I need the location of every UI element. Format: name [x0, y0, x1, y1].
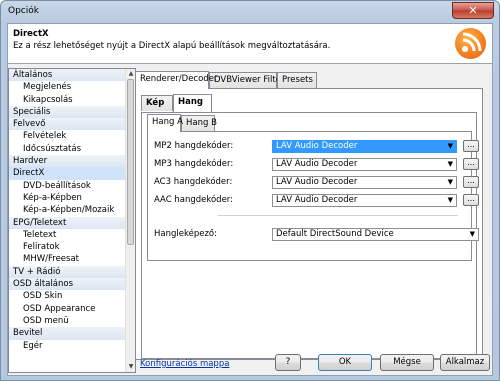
- tree-item[interactable]: TV + Rádió: [9, 265, 135, 279]
- tree-item[interactable]: DVD-beállítások: [9, 180, 135, 192]
- options-window: Opciók ✕ DirectX Ez a rész lehetőséget n…: [0, 0, 500, 381]
- mp3-settings-button[interactable]: ...: [463, 158, 479, 170]
- aac-decoder-select[interactable]: LAV Audio Decoder ▼: [272, 194, 457, 207]
- tree-item[interactable]: Speciális: [9, 105, 135, 119]
- aac-label: AAC hangdekóder:: [154, 195, 234, 205]
- tree-item[interactable]: EPG/Teletext: [9, 216, 135, 229]
- tree-item[interactable]: Megjelenés: [9, 81, 135, 93]
- tree-item[interactable]: Kép-a-Képben: [9, 192, 135, 204]
- aac-decoder-value: LAV Audio Decoder: [276, 195, 358, 205]
- tree-item[interactable]: Teletext: [9, 229, 135, 241]
- section-description: Ez a rész lehetőséget nyújt a DirectX al…: [13, 41, 331, 51]
- settings-tabs: Renderer/Decoder DVBViewer Filter Preset…: [135, 71, 483, 362]
- apply-button[interactable]: Alkalmaz: [440, 354, 490, 371]
- tree-item[interactable]: Kép-a-Képben/Mozaik: [9, 204, 135, 216]
- help-button[interactable]: ?: [275, 354, 301, 371]
- scroll-up-icon[interactable]: ▲: [127, 70, 135, 78]
- tree-item[interactable]: DirectX: [9, 167, 135, 180]
- chevron-down-icon: ▼: [469, 230, 475, 238]
- aac-settings-button[interactable]: ...: [463, 194, 479, 206]
- tree-item[interactable]: Hardver: [9, 155, 135, 168]
- tab-renderer-decoder[interactable]: Renderer/Decoder: [135, 71, 217, 89]
- mp2-label: MP2 hangdekóder:: [154, 141, 234, 151]
- tab-dvbviewer-filter[interactable]: DVBViewer Filter: [209, 72, 284, 88]
- audio-renderer-select[interactable]: Default DirectSound Device ▼: [272, 228, 479, 241]
- renderer-label: Hangleképező:: [154, 229, 217, 239]
- ac3-decoder-select[interactable]: LAV Audio Decoder ▼: [272, 176, 457, 189]
- hang-panel: Hang A Hang B MP2 hangdekóder: LAV Audio…: [141, 112, 479, 359]
- tab-hang[interactable]: Hang: [173, 94, 212, 112]
- config-folder-link[interactable]: Konfigurációs mappa: [140, 359, 229, 369]
- separator: [218, 215, 458, 216]
- chevron-down-icon: ▼: [447, 178, 453, 186]
- tree-item[interactable]: Kikapcsolás: [9, 94, 135, 106]
- tree-item[interactable]: Felvételek: [9, 130, 135, 142]
- chevron-down-icon: ▼: [447, 196, 453, 204]
- tree-item[interactable]: OSD menü: [9, 315, 135, 327]
- close-button[interactable]: ✕: [452, 2, 494, 19]
- cancel-button[interactable]: Mégse: [380, 354, 434, 371]
- options-tree[interactable]: Általános Megjelenés Kikapcsolás Speciális F…: [8, 68, 136, 373]
- mp3-label: MP3 hangdekóder:: [154, 159, 234, 169]
- tree-item[interactable]: Időcsúsztatás: [9, 143, 135, 155]
- hang-a-panel: MP2 hangdekóder: LAV Audio Decoder ▼ ...…: [147, 131, 479, 261]
- tree-item[interactable]: Bevitel: [9, 327, 135, 340]
- tab-kep[interactable]: Kép: [141, 95, 173, 111]
- window-title: Opciók: [8, 6, 39, 16]
- mp2-decoder-select[interactable]: LAV Audio Decoder ▼: [272, 140, 457, 153]
- tree-item[interactable]: Egér: [9, 340, 135, 352]
- section-header: DirectX Ez a rész lehetőséget nyújt a Di…: [8, 24, 492, 64]
- tree-item[interactable]: Felvevő: [9, 118, 135, 131]
- mp3-decoder-select[interactable]: LAV Audio Decoder ▼: [272, 158, 457, 171]
- dialog-client: DirectX Ez a rész lehetőséget nyújt a Di…: [7, 23, 493, 376]
- app-logo-icon: [455, 28, 486, 59]
- tree-item[interactable]: OSD általános: [9, 278, 135, 291]
- tree-item[interactable]: OSD Appearance: [9, 303, 135, 315]
- mp3-decoder-value: LAV Audio Decoder: [276, 159, 358, 169]
- tree-list: Általános Megjelenés Kikapcsolás Speciális F…: [9, 69, 135, 352]
- tree-item[interactable]: OSD Skin: [9, 290, 135, 302]
- ac3-settings-button[interactable]: ...: [463, 176, 479, 188]
- tree-scrollbar[interactable]: ▲ ▼: [125, 69, 135, 372]
- scroll-down-icon[interactable]: ▼: [127, 363, 135, 371]
- tree-item[interactable]: Feliratok: [9, 241, 135, 253]
- mp2-decoder-value: LAV Audio Decoder: [276, 141, 358, 151]
- tab-presets[interactable]: Presets: [277, 72, 317, 88]
- tab-hang-b[interactable]: Hang B: [181, 115, 217, 131]
- mp2-settings-button[interactable]: ...: [463, 140, 479, 152]
- chevron-down-icon: ▼: [447, 142, 453, 150]
- chevron-down-icon: ▼: [447, 160, 453, 168]
- ac3-decoder-value: LAV Audio Decoder: [276, 177, 358, 187]
- tree-item[interactable]: Általános: [9, 69, 135, 82]
- section-title: DirectX: [13, 29, 49, 39]
- tree-item[interactable]: MHW/Freesat: [9, 253, 135, 265]
- scroll-thumb[interactable]: [127, 79, 134, 245]
- title-bar[interactable]: Opciók ✕: [1, 1, 499, 23]
- audio-renderer-value: Default DirectSound Device: [276, 229, 394, 239]
- ok-button[interactable]: OK: [318, 354, 372, 371]
- ac3-label: AC3 hangdekóder:: [154, 177, 233, 187]
- tab-hang-a[interactable]: Hang A: [147, 114, 183, 132]
- renderer-panel: Kép Hang Hang A Hang B MP2 hangdekóder: …: [135, 88, 483, 360]
